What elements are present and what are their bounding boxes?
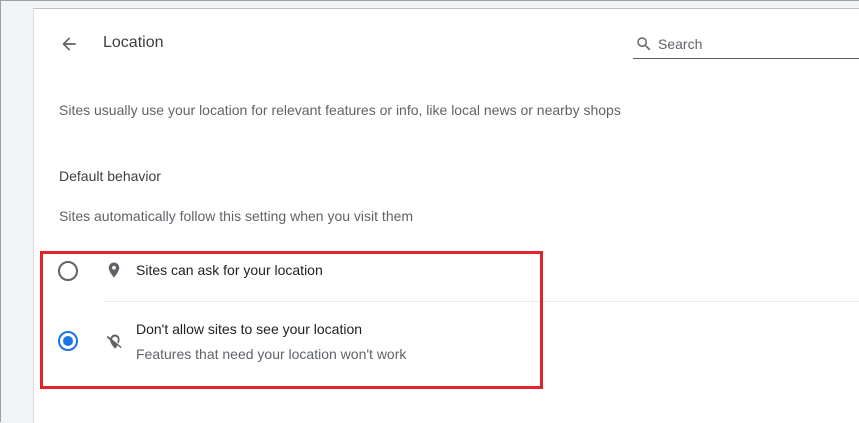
location-pin-icon bbox=[105, 260, 123, 285]
search-box[interactable] bbox=[633, 31, 859, 59]
search-icon[interactable] bbox=[635, 35, 653, 58]
radio-button-block[interactable] bbox=[58, 331, 78, 351]
option-allow-ask[interactable]: Sites can ask for your location bbox=[41, 252, 859, 302]
option-label: Sites can ask for your location bbox=[136, 262, 323, 278]
search-input[interactable] bbox=[658, 33, 858, 55]
window-frame: Location Sites usually use your location… bbox=[0, 0, 859, 423]
section-heading: Default behavior bbox=[59, 168, 161, 184]
page-title: Location bbox=[103, 34, 164, 51]
divider bbox=[104, 301, 859, 302]
option-sublabel: Features that need your location won't w… bbox=[136, 346, 407, 362]
option-label: Don't allow sites to see your location bbox=[136, 321, 363, 337]
page-description: Sites usually use your location for rele… bbox=[59, 102, 621, 118]
arrow-back-icon bbox=[62, 37, 76, 51]
radio-button-ask[interactable] bbox=[58, 261, 78, 281]
location-off-icon bbox=[105, 331, 125, 358]
option-block[interactable]: Don't allow sites to see your location F… bbox=[41, 303, 859, 381]
section-subtitle: Sites automatically follow this setting … bbox=[59, 208, 414, 224]
back-button[interactable] bbox=[56, 31, 82, 57]
